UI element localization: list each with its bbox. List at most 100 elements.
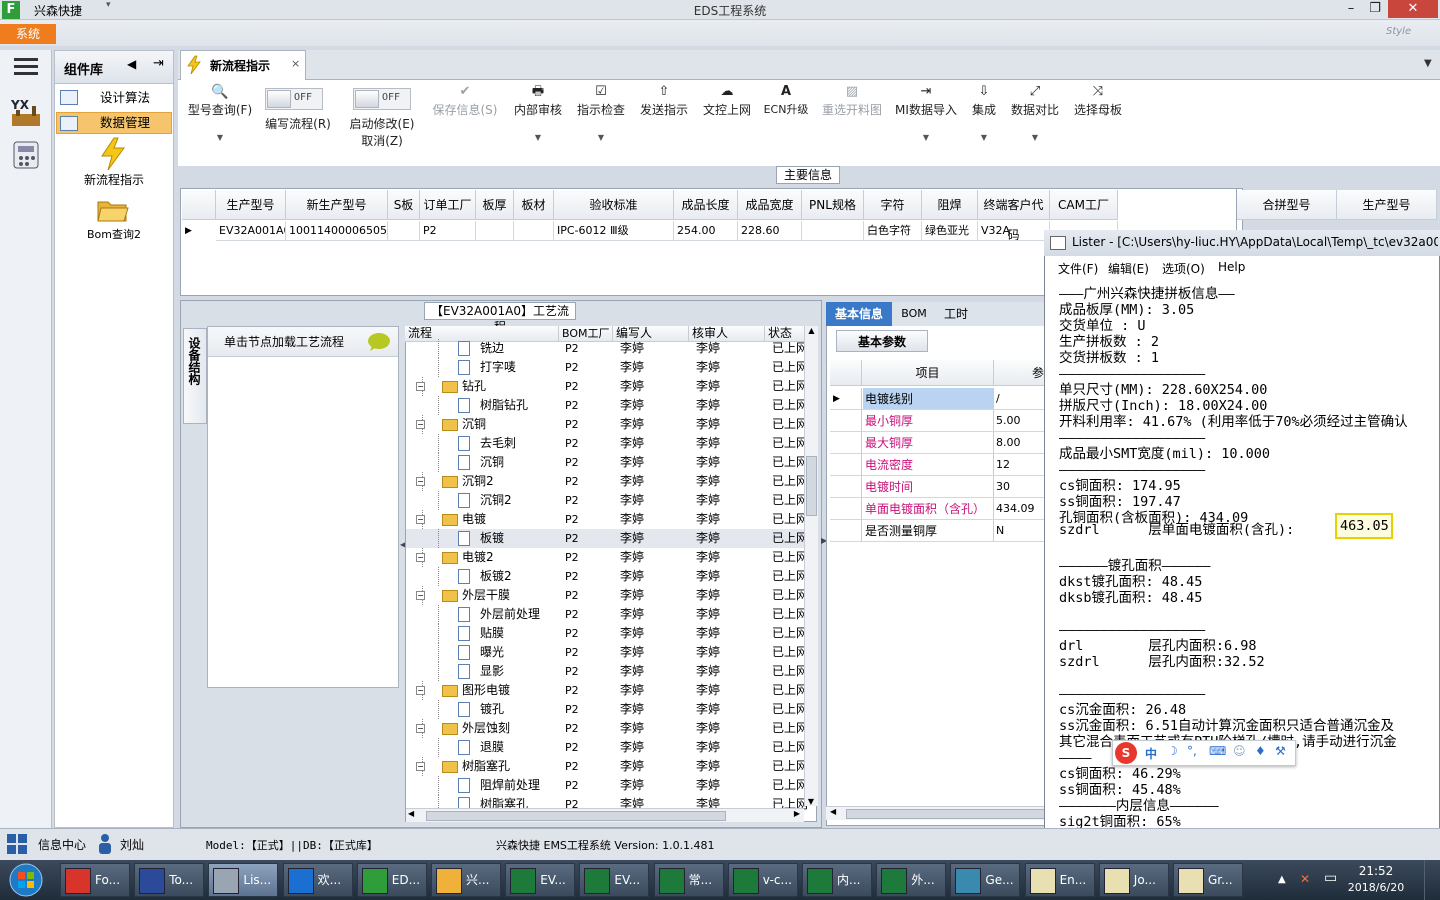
cancel-label[interactable]: 取消(Z) (342, 133, 422, 149)
ime-skin-icon[interactable]: ♦ (1255, 744, 1266, 758)
taskbar-item[interactable]: Fo... (60, 863, 130, 897)
taskbar-item[interactable]: Jo... (1098, 863, 1169, 897)
taskbar-item[interactable]: 常... (653, 863, 724, 897)
taskbar-item[interactable]: Lis... (208, 863, 279, 897)
dropdown-arrow-icon[interactable]: ▼ (574, 130, 628, 146)
save-info-button[interactable]: ✔ 保存信息(S) (428, 84, 502, 118)
info-center-label[interactable]: 信息中心 (38, 836, 86, 853)
calculator-module-icon[interactable] (12, 140, 40, 170)
tree-row[interactable]: − 外层干膜 P2 李婷 李婷 已上网 (406, 586, 808, 605)
param-row[interactable]: ▶ 电镀线别 / (830, 388, 1044, 410)
main-cell[interactable] (388, 221, 420, 241)
tree-row[interactable]: 树脂钻孔 P2 李婷 李婷 已上网 (406, 396, 808, 415)
taskbar-item[interactable]: 内... (802, 863, 872, 897)
factory-module-icon[interactable]: YX (10, 96, 42, 128)
tree-row[interactable]: − 沉铜2 P2 李婷 李婷 已上网 (406, 472, 808, 491)
main-col-header[interactable]: 订单工厂 (420, 190, 476, 220)
tree-vertical-scrollbar[interactable]: ▲ ▼ (804, 326, 818, 806)
ime-punctuation-icon[interactable]: °, (1187, 744, 1197, 758)
ime-keyboard-icon[interactable]: ⌨ (1209, 744, 1226, 758)
tree-collapse-icon[interactable]: − (416, 724, 425, 733)
col-item-header[interactable]: 项目 (862, 360, 994, 386)
highlighted-value[interactable]: 463.05 (1335, 513, 1393, 539)
taskbar-item[interactable]: To... (134, 863, 205, 897)
main-cell[interactable] (514, 221, 554, 241)
main-col-header[interactable]: 新生产型号 (286, 190, 388, 220)
tree-row[interactable]: 铣边 P2 李婷 李婷 已上网 (406, 339, 808, 358)
close-button[interactable]: ✕ (1388, 0, 1438, 18)
dropdown-arrow-icon[interactable]: ▼ (892, 130, 960, 146)
lightning-icon[interactable] (96, 136, 130, 172)
taskbar-item[interactable]: 外... (876, 863, 947, 897)
tree-row[interactable]: 曝光 P2 李婷 李婷 已上网 (406, 643, 808, 662)
nav-item-data-management[interactable]: 数据管理 (56, 112, 172, 134)
menu-system[interactable]: 系统 (0, 24, 56, 44)
tree-row[interactable]: 板镀 P2 李婷 李婷 已上网 (406, 529, 808, 548)
sub-tab-basic-params[interactable]: 基本参数 (836, 330, 928, 352)
tree-collapse-icon[interactable]: − (416, 515, 425, 524)
tree-row[interactable]: 去毛刺 P2 李婷 李婷 已上网 (406, 434, 808, 453)
tree-collapse-icon[interactable]: − (416, 762, 425, 771)
data-compare-button[interactable]: ⤢ 数据对比 ▼ (1008, 84, 1062, 146)
main-cell[interactable]: 228.60 (738, 221, 802, 241)
tree-collapse-icon[interactable]: − (416, 686, 425, 695)
main-cell[interactable]: V32A (978, 221, 1050, 241)
folder-open-icon[interactable] (96, 196, 130, 224)
send-instruction-button[interactable]: ⇧ 发送指示 (636, 84, 692, 118)
tree-collapse-icon[interactable]: − (416, 553, 425, 562)
mi-import-button[interactable]: ⇥ MI数据导入 ▼ (892, 84, 960, 146)
integrate-button[interactable]: ⇩ 集成 ▼ (966, 84, 1002, 146)
tab-basic-info[interactable]: 基本信息 (826, 302, 892, 326)
maximize-button[interactable]: ❐ (1362, 0, 1388, 18)
reselect-layout-button[interactable]: ▨ 重选开料图 (818, 84, 886, 118)
network-icon[interactable]: ▭ (1324, 870, 1337, 886)
clock-date[interactable]: 2018/6/20 (1346, 881, 1406, 894)
main-cell[interactable]: 254.00 (674, 221, 738, 241)
param-row[interactable]: 是否测量铜厚 N (830, 520, 1044, 542)
lister-menu-file[interactable]: 文件(F) (1058, 260, 1098, 277)
speech-bubble-icon[interactable] (366, 332, 392, 352)
quick-access-dropdown-icon[interactable]: ▾ (106, 0, 111, 10)
edit-flow-toggle[interactable]: OFF (265, 88, 323, 110)
param-row[interactable]: 电镀时间 30 (830, 476, 1044, 498)
param-value[interactable]: 8.00 (996, 432, 1021, 454)
main-col-header[interactable]: 成品长度 (674, 190, 738, 220)
taskbar-item[interactable]: Ge... (950, 863, 1021, 897)
tree-row[interactable]: − 树脂塞孔 P2 李婷 李婷 已上网 (406, 757, 808, 776)
main-cell[interactable]: P2 (420, 221, 476, 241)
lister-menu-options[interactable]: 选项(O) (1162, 260, 1205, 277)
start-button-icon[interactable] (4, 862, 48, 898)
taskbar-item[interactable]: Gr... (1173, 863, 1243, 897)
show-desktop-button[interactable] (1424, 860, 1440, 900)
tab-work-hours[interactable]: 工时 (936, 302, 976, 326)
tree-row[interactable]: 外层前处理 P2 李婷 李婷 已上网 (406, 605, 808, 624)
type-query-button[interactable]: 🔍 型号查询(F) ▼ (184, 84, 256, 146)
tab-close-icon[interactable]: × (291, 57, 300, 70)
nav-item-design-algorithm[interactable]: 设计算法 (56, 87, 172, 109)
param-row[interactable]: 单面电镀面积（含孔） 434.09 (830, 498, 1044, 520)
right-col-header-merge[interactable]: 合拼型号 (1237, 190, 1337, 220)
tree-collapse-icon[interactable]: − (416, 477, 425, 486)
ime-chinese-mode-icon[interactable]: 中 (1145, 745, 1157, 762)
main-col-header[interactable]: 字符 (864, 190, 922, 220)
param-value[interactable]: 5.00 (996, 410, 1021, 432)
dropdown-arrow-icon[interactable]: ▼ (966, 130, 1002, 146)
main-col-header[interactable]: 生产型号 (216, 190, 286, 220)
taskbar-item[interactable]: ED... (356, 863, 427, 897)
param-row[interactable]: 最小铜厚 5.00 (830, 410, 1044, 432)
tree-row[interactable]: 退膜 P2 李婷 李婷 已上网 (406, 738, 808, 757)
main-cell[interactable]: EV32A001A0 (216, 221, 286, 241)
minimize-button[interactable]: – (1338, 0, 1364, 18)
tree-row[interactable]: 板镀2 P2 李婷 李婷 已上网 (406, 567, 808, 586)
ime-toolbar[interactable]: S 中 ☽ °, ⌨ ☺ ♦ ⚒ (1112, 740, 1296, 766)
ecn-upgrade-button[interactable]: A ECN升级 (760, 84, 812, 118)
start-modify-toggle[interactable]: OFF (353, 88, 411, 110)
doc-upload-button[interactable]: ☁ 文控上网 (700, 84, 754, 118)
grid-apps-icon[interactable] (6, 833, 30, 855)
dropdown-arrow-icon[interactable]: ▼ (184, 130, 256, 146)
param-row[interactable]: 最大铜厚 8.00 (830, 432, 1044, 454)
pin-icon[interactable]: ⇥ (153, 56, 164, 71)
internal-review-button[interactable]: 🖶 内部审核 ▼ (510, 84, 566, 146)
main-col-header[interactable]: 成品宽度 (738, 190, 802, 220)
collapse-left-icon[interactable]: ◀ (127, 57, 136, 71)
